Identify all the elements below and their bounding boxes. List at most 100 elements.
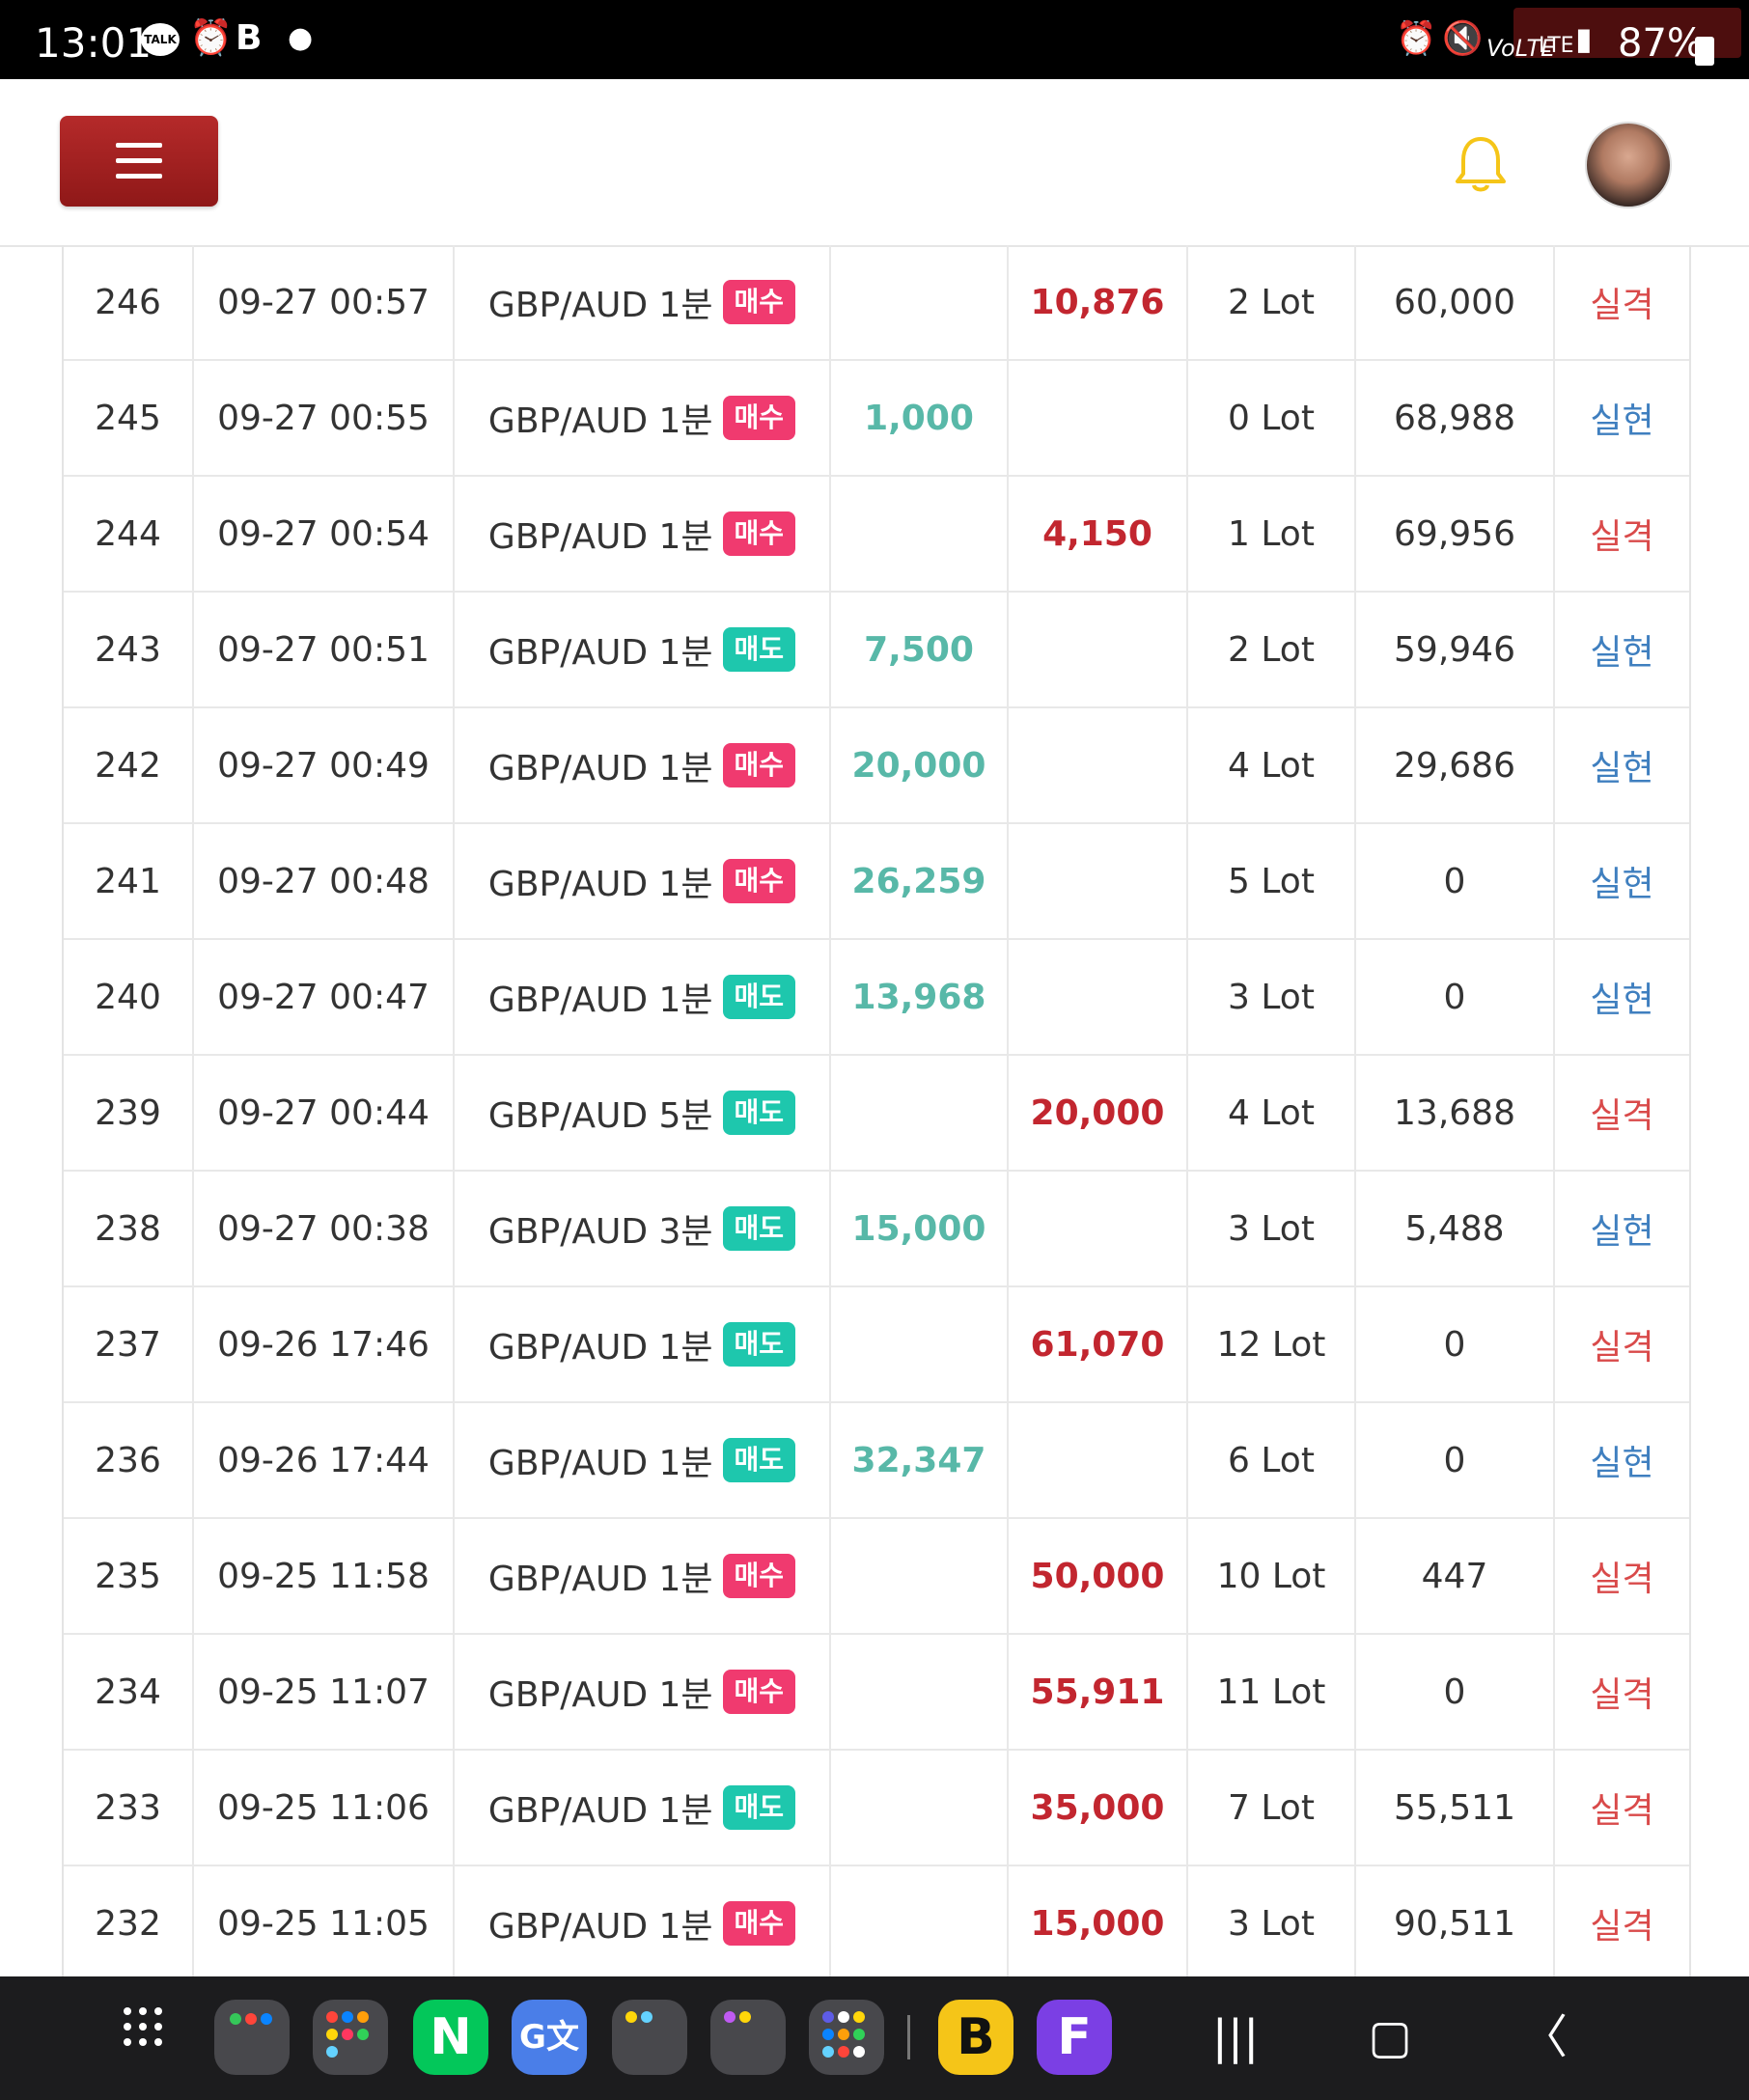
- trade-symbol: GBP/AUD 1분: [487, 1675, 713, 1715]
- table-row[interactable]: 240 09-27 00:47 GBP/AUD 1분 매도 13,968 3 Lot 0 실현: [64, 939, 1689, 1056]
- alarm-icon: ⏰: [1396, 19, 1437, 58]
- trade-gain: [830, 1750, 1009, 1866]
- trade-symbol: GBP/AUD 1분: [487, 401, 713, 441]
- trade-symbol: GBP/AUD 1분: [487, 1907, 713, 1947]
- folder-5-icon[interactable]: [809, 2000, 884, 2075]
- trade-symbol-cell: GBP/AUD 1분 매수: [454, 360, 831, 477]
- trade-balance: 5,488: [1355, 1171, 1555, 1287]
- battery-percent: 87%: [1618, 21, 1704, 66]
- trade-gain: 26,259: [830, 823, 1009, 940]
- trade-loss: 35,000: [1008, 1750, 1188, 1866]
- trade-loss: 4,150: [1008, 476, 1188, 593]
- trade-lot: 2 Lot: [1187, 245, 1356, 361]
- trade-id: 236: [64, 1402, 194, 1519]
- trade-lot: 12 Lot: [1187, 1286, 1356, 1403]
- trade-datetime: 09-27 00:55: [193, 360, 455, 477]
- trade-symbol-cell: GBP/AUD 1분 매수: [454, 476, 831, 593]
- trade-symbol: GBP/AUD 1분: [487, 1328, 713, 1368]
- sell-badge: 매도: [722, 1438, 796, 1482]
- trade-datetime: 09-27 00:51: [193, 592, 455, 708]
- trade-result: 실현: [1554, 1171, 1689, 1287]
- trade-loss: 61,070: [1008, 1286, 1188, 1403]
- trade-datetime: 09-27 00:38: [193, 1171, 455, 1287]
- google-translate-icon[interactable]: G文: [512, 2000, 587, 2075]
- trade-loss: [1008, 592, 1188, 708]
- trade-lot: 0 Lot: [1187, 360, 1356, 477]
- trade-symbol: GBP/AUD 1분: [487, 749, 713, 788]
- trade-balance: 60,000: [1355, 245, 1555, 361]
- table-row[interactable]: 241 09-27 00:48 GBP/AUD 1분 매수 26,259 5 Lot 0 실현: [64, 823, 1689, 940]
- trade-id: 239: [64, 1055, 194, 1172]
- trade-id: 233: [64, 1750, 194, 1866]
- trade-gain: 1,000: [830, 360, 1009, 477]
- trade-datetime: 09-25 11:05: [193, 1865, 455, 1976]
- trade-id: 244: [64, 476, 194, 593]
- trade-datetime: 09-27 00:49: [193, 707, 455, 824]
- table-row[interactable]: 235 09-25 11:58 GBP/AUD 1분 매수 50,000 10 Lot 44…: [64, 1518, 1689, 1635]
- trade-result: 실격: [1554, 476, 1689, 593]
- f-app-icon[interactable]: F: [1037, 2000, 1112, 2075]
- trade-balance: 0: [1355, 1402, 1555, 1519]
- table-row[interactable]: 243 09-27 00:51 GBP/AUD 1분 매도 7,500 2 Lot 59,9…: [64, 592, 1689, 708]
- trade-result: 실격: [1554, 1750, 1689, 1866]
- trade-gain: 15,000: [830, 1171, 1009, 1287]
- trade-symbol: GBP/AUD 5분: [487, 1096, 713, 1136]
- home-button[interactable]: ▢: [1351, 2003, 1429, 2071]
- trade-loss: [1008, 1171, 1188, 1287]
- trade-result: 실격: [1554, 1286, 1689, 1403]
- mute-icon: 🔇: [1442, 19, 1484, 58]
- table-row[interactable]: 242 09-27 00:49 GBP/AUD 1분 매수 20,000 4 Lot 29,…: [64, 707, 1689, 824]
- trade-balance: 13,688: [1355, 1055, 1555, 1172]
- trade-balance: 55,511: [1355, 1750, 1555, 1866]
- app-drawer-icon[interactable]: [120, 2000, 195, 2075]
- trade-result: 실격: [1554, 1865, 1689, 1976]
- trade-loss: [1008, 939, 1188, 1056]
- table-row[interactable]: 246 09-27 00:57 GBP/AUD 1분 매수 10,876 2 Lot 60,…: [64, 245, 1689, 361]
- trade-lot: 2 Lot: [1187, 592, 1356, 708]
- table-row[interactable]: 238 09-27 00:38 GBP/AUD 3분 매도 15,000 3 Lot 5,4…: [64, 1171, 1689, 1287]
- b-app-icon[interactable]: B: [938, 2000, 1013, 2075]
- bell-icon[interactable]: [1452, 133, 1510, 195]
- sell-badge: 매도: [722, 1785, 796, 1830]
- recents-button[interactable]: |||: [1197, 2003, 1274, 2071]
- trade-result: 실현: [1554, 360, 1689, 477]
- clock: 13:01: [35, 19, 153, 67]
- trade-balance: 29,686: [1355, 707, 1555, 824]
- trade-id: 235: [64, 1518, 194, 1635]
- table-row[interactable]: 233 09-25 11:06 GBP/AUD 1분 매도 35,000 7 Lot 55,…: [64, 1750, 1689, 1866]
- sell-badge: 매도: [722, 1206, 796, 1251]
- trade-symbol: GBP/AUD 1분: [487, 633, 713, 673]
- trade-symbol: GBP/AUD 1분: [487, 1560, 713, 1599]
- table-row[interactable]: 245 09-27 00:55 GBP/AUD 1분 매수 1,000 0 Lot 68,9…: [64, 360, 1689, 477]
- trade-datetime: 09-27 00:48: [193, 823, 455, 940]
- trade-balance: 0: [1355, 1634, 1555, 1751]
- trade-symbol: GBP/AUD 1분: [487, 981, 713, 1020]
- hamburger-menu-icon-bar: [116, 174, 162, 179]
- kakaotalk-icon: TALK: [141, 23, 180, 56]
- trade-gain: 20,000: [830, 707, 1009, 824]
- folder-4-icon[interactable]: [710, 2000, 786, 2075]
- folder-3-icon[interactable]: [612, 2000, 687, 2075]
- trade-id: 245: [64, 360, 194, 477]
- buy-badge: 매수: [722, 280, 796, 324]
- table-row[interactable]: 236 09-26 17:44 GBP/AUD 1분 매도 32,347 6 Lot 0 실현: [64, 1402, 1689, 1519]
- table-row[interactable]: 234 09-25 11:07 GBP/AUD 1분 매수 55,911 11 Lot 0 실…: [64, 1634, 1689, 1751]
- alarm-app-icon: ⏰: [189, 18, 233, 58]
- trade-datetime: 09-27 00:57: [193, 245, 455, 361]
- trade-lot: 3 Lot: [1187, 939, 1356, 1056]
- user-avatar[interactable]: [1585, 122, 1672, 208]
- table-row[interactable]: 232 09-25 11:05 GBP/AUD 1분 매수 15,000 3 Lot 90,…: [64, 1865, 1689, 1976]
- trade-lot: 3 Lot: [1187, 1171, 1356, 1287]
- naver-app-icon[interactable]: N: [413, 2000, 488, 2075]
- table-row[interactable]: 237 09-26 17:46 GBP/AUD 1분 매도 61,070 12 Lot 0 실…: [64, 1286, 1689, 1403]
- folder-2-icon[interactable]: [313, 2000, 388, 2075]
- folder-1-icon[interactable]: [214, 2000, 290, 2075]
- hamburger-menu-button[interactable]: [60, 116, 218, 207]
- back-button[interactable]: 〈: [1506, 2003, 1583, 2071]
- trade-symbol-cell: GBP/AUD 1분 매수: [454, 245, 831, 361]
- table-row[interactable]: 239 09-27 00:44 GBP/AUD 5분 매도 20,000 4 Lot 13,…: [64, 1055, 1689, 1172]
- table-row[interactable]: 244 09-27 00:54 GBP/AUD 1분 매수 4,150 1 Lot 69,9…: [64, 476, 1689, 593]
- trade-lot: 11 Lot: [1187, 1634, 1356, 1751]
- trade-symbol-cell: GBP/AUD 1분 매도: [454, 1286, 831, 1403]
- hamburger-menu-icon: [116, 143, 162, 148]
